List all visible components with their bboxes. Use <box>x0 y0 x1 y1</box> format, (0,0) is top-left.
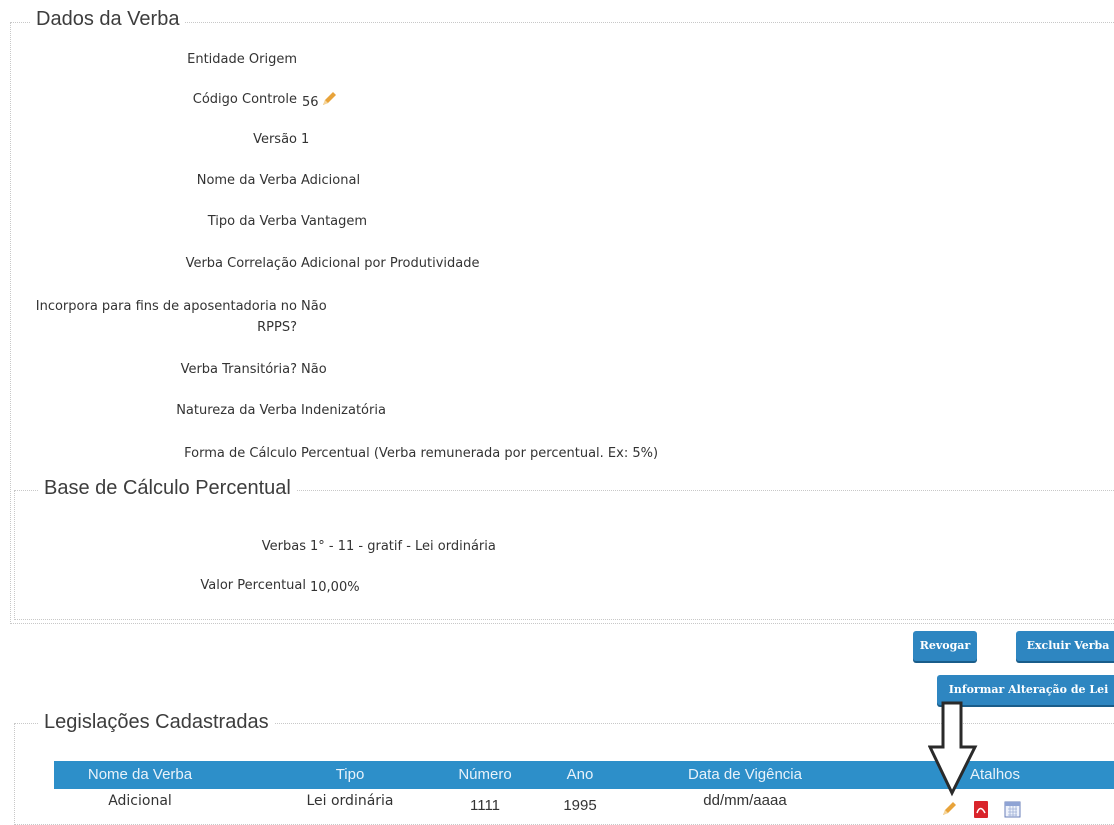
label-natureza-verba: Natureza da Verba <box>176 403 297 418</box>
cell-nome-verba: Adicional <box>108 793 172 809</box>
label-nome-verba: Nome da Verba <box>196 173 297 188</box>
label-forma-calculo: Forma de Cálculo <box>184 446 297 461</box>
col-tipo[interactable]: Tipo <box>290 761 410 789</box>
value-verba-correlacao: Adicional por Produtividade <box>301 256 480 271</box>
base-calculo-legend: Base de Cálculo Percentual <box>38 477 297 500</box>
label-verba-correlacao: Verba Correlação <box>185 256 297 271</box>
col-nome-verba[interactable]: Nome da Verba <box>60 761 220 789</box>
edit-codigo-pencil-icon[interactable] <box>320 90 338 112</box>
label-versao: Versão <box>253 132 297 147</box>
pencil-icon[interactable] <box>940 800 958 822</box>
down-arrow-annotation-icon <box>927 701 978 801</box>
revogar-button[interactable]: Revogar <box>913 631 977 661</box>
dados-verba-legend: Dados da Verba <box>30 8 186 31</box>
value-versao: 1 <box>301 132 310 147</box>
col-numero[interactable]: Número <box>440 761 530 789</box>
label-incorpora-line1: Incorpora para fins de aposentadoria no <box>35 299 297 314</box>
cell-ano: 1995 <box>563 797 597 814</box>
value-verbas: 1° - 11 - gratif - Lei ordinária <box>310 539 496 554</box>
cell-tipo: Lei ordinária <box>306 793 394 809</box>
value-codigo-controle: 56 <box>302 95 319 110</box>
value-natureza-verba: Indenizatória <box>301 403 386 418</box>
col-ano[interactable]: Ano <box>550 761 610 789</box>
label-incorpora-line2: RPPS? <box>257 320 297 335</box>
cell-data-vigencia: dd/mm/aaaa <box>703 792 787 809</box>
cell-numero: 1111 <box>469 797 501 814</box>
label-entidade-origem: Entidade Origem <box>187 52 297 67</box>
value-incorpora: Não <box>301 299 327 314</box>
label-valor-percentual: Valor Percentual <box>200 578 306 593</box>
label-tipo-verba: Tipo da Verba <box>207 214 297 229</box>
value-tipo-verba: Vantagem <box>301 214 368 229</box>
value-valor-percentual: 10,00% <box>310 580 360 595</box>
label-codigo-controle: Código Controle <box>192 92 297 107</box>
label-verbas: Verbas <box>261 539 306 554</box>
excluir-verba-button[interactable]: Excluir Verba <box>1016 631 1114 661</box>
value-verba-transitoria: Não <box>301 362 327 377</box>
base-calculo-fieldset <box>14 490 1114 620</box>
legislacoes-legend: Legislações Cadastradas <box>38 711 275 734</box>
col-data-vigencia[interactable]: Data de Vigência <box>665 761 825 789</box>
value-nome-verba: Adicional <box>301 173 361 188</box>
calendar-icon[interactable] <box>1004 801 1021 822</box>
pdf-icon[interactable] <box>973 801 989 822</box>
value-forma-calculo: Percentual (Verba remunerada por percent… <box>301 446 659 461</box>
label-verba-transitoria: Verba Transitória? <box>180 362 297 377</box>
